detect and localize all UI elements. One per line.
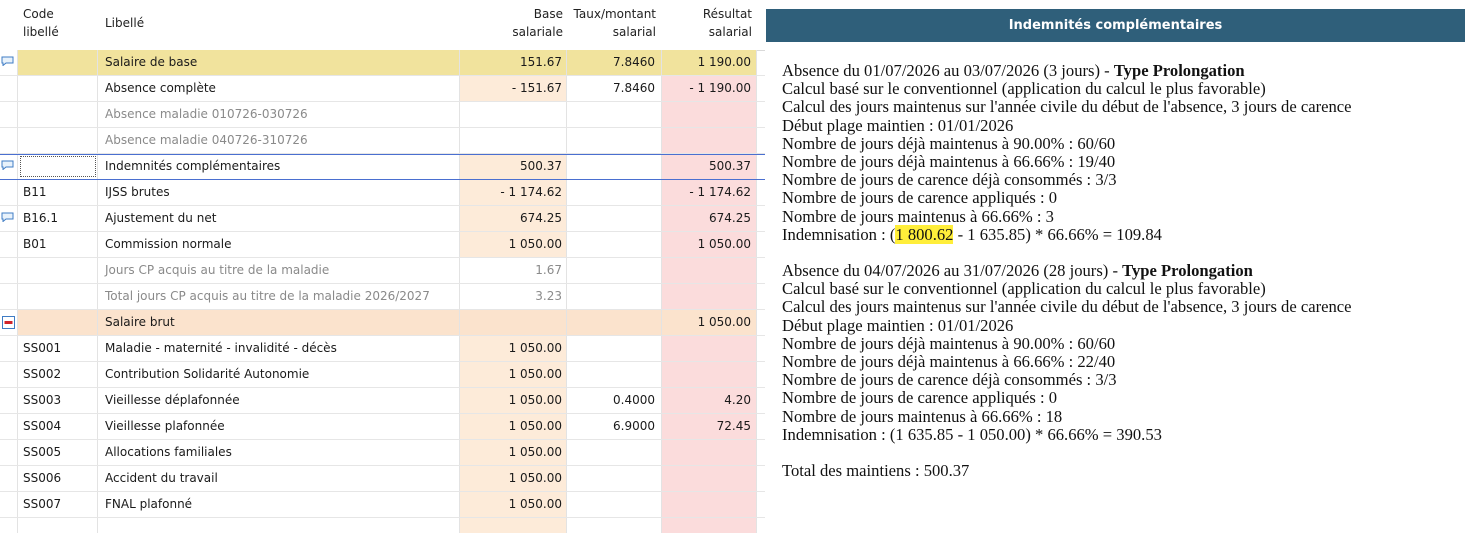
comment-icon[interactable] [1, 56, 14, 66]
table-row[interactable]: Absence maladie 040726-310726 [0, 128, 765, 154]
table-row[interactable]: SS001 Maladie - maternité - invalidité -… [0, 336, 765, 362]
table-row[interactable]: SS007 FNAL plafonné 1 050.00 [0, 492, 765, 518]
comment-icon[interactable] [1, 160, 14, 170]
table-row[interactable]: Salaire brut 1 050.00 [0, 310, 765, 336]
table-row[interactable]: Salaire de base 151.67 7.8460 1 190.00 [0, 50, 765, 76]
table-row[interactable]: Jours CP acquis au titre de la maladie 1… [0, 258, 765, 284]
payslip-grid: Code libellé Libellé Base salariale Taux… [0, 0, 765, 533]
table-row[interactable]: B11 IJSS brutes - 1 174.62 - 1 174.62 [0, 180, 765, 206]
table-row-partial[interactable] [0, 518, 765, 533]
tooltip-title: Indemnités complémentaires [766, 9, 1465, 42]
comment-icon[interactable] [1, 212, 14, 222]
header-resultat[interactable]: Résultat salarial [662, 0, 757, 50]
tooltip-body: Absence du 01/07/2026 au 03/07/2026 (3 j… [766, 42, 1465, 480]
table-row-selected[interactable]: Indemnités complémentaires 500.37 500.37 [0, 154, 765, 180]
table-row[interactable]: B16.1 Ajustement du net 674.25 674.25 [0, 206, 765, 232]
indemnites-tooltip: Indemnités complémentaires Absence du 01… [766, 9, 1465, 533]
table-row[interactable]: SS004 Vieillesse plafonnée 1 050.00 6.90… [0, 414, 765, 440]
header-base[interactable]: Base salariale [460, 0, 567, 50]
table-row[interactable]: SS003 Vieillesse déplafonnée 1 050.00 0.… [0, 388, 765, 414]
table-row[interactable]: SS002 Contribution Solidarité Autonomie … [0, 362, 765, 388]
table-row[interactable]: B01 Commission normale 1 050.00 1 050.00 [0, 232, 765, 258]
header-libelle[interactable]: Libellé [98, 0, 460, 50]
grid-header: Code libellé Libellé Base salariale Taux… [0, 0, 765, 51]
header-taux[interactable]: Taux/montant salarial [567, 0, 662, 50]
table-row[interactable]: Absence complète - 151.67 7.8460 - 1 190… [0, 76, 765, 102]
collapse-icon[interactable] [2, 316, 15, 329]
indemnisation-2: Indemnisation : (1 635.85 - 1 050.00) * … [782, 424, 1162, 444]
highlighted-amount: 1 800.62 [895, 224, 954, 244]
total-maintiens: Total des maintiens : 500.37 [782, 461, 970, 481]
cell-focus-indicator [20, 156, 96, 177]
indemnisation-1: Indemnisation : (1 800.62 - 1 635.85) * … [782, 224, 1162, 244]
table-row[interactable]: Total jours CP acquis au titre de la mal… [0, 284, 765, 310]
table-row[interactable]: SS006 Accident du travail 1 050.00 [0, 466, 765, 492]
table-row[interactable]: SS005 Allocations familiales 1 050.00 [0, 440, 765, 466]
header-code[interactable]: Code libellé [18, 0, 98, 50]
absence-period-2: Absence du 04/07/2026 au 31/07/2026 (28 … [782, 261, 1253, 281]
row-icon-cell [0, 50, 18, 75]
table-row[interactable]: Absence maladie 010726-030726 [0, 102, 765, 128]
absence-period-1: Absence du 01/07/2026 au 03/07/2026 (3 j… [782, 61, 1245, 80]
